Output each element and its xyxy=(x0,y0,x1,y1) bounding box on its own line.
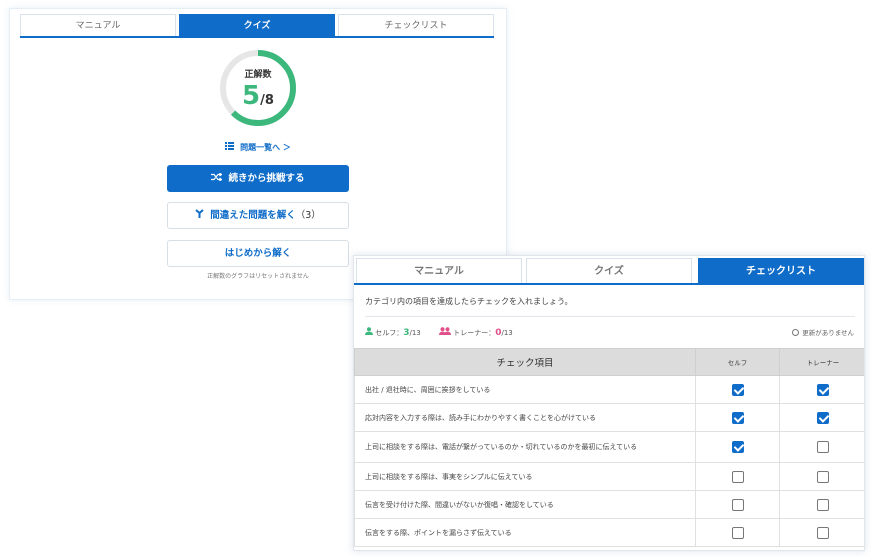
trainer-label: トレーナー： xyxy=(453,329,496,337)
user-icon xyxy=(365,327,375,337)
table-row: 上司に相談をする際は、事実をシンプルに伝えている xyxy=(354,462,864,491)
question-list-link[interactable]: 問題一覧へ ＞ xyxy=(160,142,356,153)
self-total: /13 xyxy=(409,329,421,337)
score-ring: 正解数 5/8 xyxy=(218,48,298,128)
self-checkbox[interactable] xyxy=(731,383,744,396)
column-header-item: チェック項目 xyxy=(354,348,696,376)
reset-note: 正解数のグラフはリセットされません xyxy=(207,273,309,280)
table-header-row: チェック項目 セルフ トレーナー xyxy=(354,348,864,376)
divider xyxy=(365,316,855,317)
check-item-text: 伝言を受け付けた際、間違いがないか復唱・確認をしている xyxy=(354,490,696,519)
shuffle-icon xyxy=(211,165,223,192)
tab-manual[interactable]: マニュアル xyxy=(20,14,176,36)
table-row: 伝言をする際、ポイントを漏らさず伝えている xyxy=(354,518,864,547)
self-checkbox[interactable] xyxy=(731,441,744,453)
check-item-text: 上司に相談をする際は、電話が繋がっているのか・切れているのかを最初に伝えている xyxy=(354,431,696,463)
restart-button-label: はじめから解く xyxy=(224,248,292,259)
trainer-check-cell xyxy=(779,518,864,547)
tab-checklist[interactable]: チェックリスト xyxy=(338,14,494,36)
self-check-cell xyxy=(695,375,780,404)
column-header-trainer: トレーナー xyxy=(779,348,864,376)
tab-quiz[interactable]: クイズ xyxy=(179,14,335,36)
trainer-check-cell xyxy=(779,490,864,519)
list-icon xyxy=(225,142,235,152)
restart-button[interactable]: はじめから解く xyxy=(167,240,349,267)
users-icon xyxy=(437,327,453,337)
checklist-panel-tabs: マニュアル クイズ チェックリスト xyxy=(354,258,864,285)
quiz-panel-tabs: マニュアル クイズ チェックリスト xyxy=(20,14,494,38)
tab-quiz[interactable]: クイズ xyxy=(526,258,692,283)
trainer-checkbox[interactable] xyxy=(817,470,829,483)
trainer-checkbox[interactable] xyxy=(817,526,829,539)
check-item-text: 伝言をする際、ポイントを漏らさず伝えている xyxy=(354,518,696,547)
checklist-instruction: カテゴリ内の項目を達成したらチェックを入れましょう。 xyxy=(365,297,573,306)
continue-button[interactable]: 続きから挑戦する xyxy=(167,165,349,192)
no-update-text: 更新がありません xyxy=(802,329,854,337)
self-check-cell xyxy=(695,431,780,463)
score-correct: 5 xyxy=(242,81,261,111)
continue-button-label: 続きから挑戦する xyxy=(228,173,305,184)
trainer-checkbox[interactable] xyxy=(817,383,829,396)
check-item-text: 出社 / 退社時に、周囲に挨拶をしている xyxy=(354,375,696,404)
self-checkbox[interactable] xyxy=(731,470,744,483)
tab-checklist[interactable]: チェックリスト xyxy=(698,258,864,283)
score-label: 正解数 xyxy=(244,70,272,80)
trainer-checkbox[interactable] xyxy=(817,498,829,511)
self-label: セルフ： xyxy=(375,329,404,337)
score-value: 5/8 xyxy=(218,81,298,111)
trainer-checkbox[interactable] xyxy=(817,441,829,453)
update-status: 更新がありません xyxy=(792,327,854,337)
trainer-check-cell xyxy=(779,431,864,463)
table-row: 伝言を受け付けた際、間違いがないか復唱・確認をしている xyxy=(354,490,864,519)
trainer-check-cell xyxy=(779,403,864,432)
trainer-check-cell xyxy=(779,375,864,404)
question-list-label: 問題一覧へ ＞ xyxy=(240,143,291,152)
self-check-cell xyxy=(695,403,780,432)
trainer-checkbox[interactable] xyxy=(817,411,829,424)
checklist-table: チェック項目 セルフ トレーナー 出社 / 退社時に、周囲に挨拶をしている 応対内… xyxy=(354,348,864,547)
progress-stats: セルフ：3/13 トレーナー：0/13 xyxy=(365,327,513,338)
self-check-cell xyxy=(695,462,780,491)
self-checkbox[interactable] xyxy=(731,411,744,424)
retry-wrong-button[interactable]: 間違えた問題を解く（3） xyxy=(167,202,349,229)
check-item-text: 応対内容を入力する際は、読み手にわかりやすく書くことを心がけている xyxy=(354,403,696,432)
self-check-cell xyxy=(695,518,780,547)
self-checkbox[interactable] xyxy=(731,498,744,511)
check-item-text: 上司に相談をする際は、事実をシンプルに伝えている xyxy=(354,462,696,491)
column-header-self: セルフ xyxy=(695,348,780,376)
self-check-cell xyxy=(695,490,780,519)
trainer-check-cell xyxy=(779,462,864,491)
branch-icon xyxy=(195,203,204,228)
circle-icon xyxy=(792,329,800,336)
table-row: 応対内容を入力する際は、読み手にわかりやすく書くことを心がけている xyxy=(354,403,864,432)
self-checkbox[interactable] xyxy=(731,526,744,539)
tab-manual[interactable]: マニュアル xyxy=(356,258,522,283)
checklist-rows: 出社 / 退社時に、周囲に挨拶をしている 応対内容を入力する際は、読み手にわかりや… xyxy=(354,375,864,547)
retry-wrong-count: （3） xyxy=(295,210,321,221)
retry-wrong-label: 間違えた問題を解く xyxy=(210,210,296,221)
checklist-panel: マニュアル クイズ チェックリスト カテゴリ内の項目を達成したらチェックを入れま… xyxy=(353,255,865,551)
score-total: /8 xyxy=(260,93,274,108)
table-row: 上司に相談をする際は、電話が繋がっているのか・切れているのかを最初に伝えている xyxy=(354,431,864,463)
table-row: 出社 / 退社時に、周囲に挨拶をしている xyxy=(354,375,864,404)
trainer-total: /13 xyxy=(501,329,513,337)
